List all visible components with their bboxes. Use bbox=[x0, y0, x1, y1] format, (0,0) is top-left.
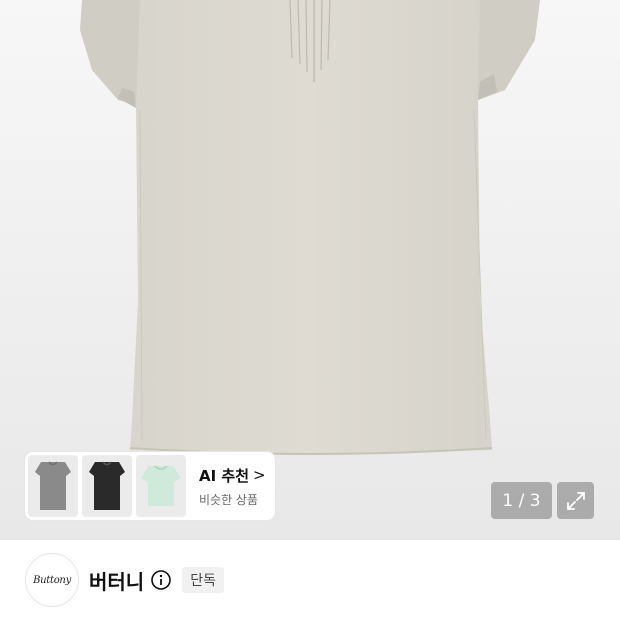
brand-logo-text: Buttony bbox=[33, 574, 71, 586]
exclusive-badge: 단독 bbox=[182, 567, 224, 593]
product-image-gallery[interactable]: AI 추천 > 비슷한 상품 1 / 3 bbox=[0, 0, 620, 540]
chevron-right-icon: > bbox=[253, 466, 266, 484]
image-pager: 1 / 3 bbox=[491, 482, 552, 519]
black-top-icon bbox=[89, 461, 125, 510]
mint-top-thumbnail[interactable] bbox=[136, 455, 186, 517]
ai-recommendation-card[interactable]: AI 추천 > 비슷한 상품 bbox=[25, 452, 275, 520]
mint-top-icon bbox=[141, 465, 181, 506]
brand-name[interactable]: 버터니 bbox=[89, 566, 144, 595]
ai-card-title: AI 추천 bbox=[199, 466, 250, 485]
ai-card-subtitle: 비슷한 상품 bbox=[199, 492, 259, 507]
brand-logo[interactable]: Buttony bbox=[25, 553, 79, 607]
brand-row: Buttony 버터니 단독 bbox=[0, 540, 620, 620]
black-top-thumbnail[interactable] bbox=[82, 455, 132, 517]
info-icon[interactable] bbox=[150, 569, 172, 591]
expand-button[interactable] bbox=[557, 482, 594, 519]
expand-icon bbox=[566, 491, 585, 510]
gray-top-icon bbox=[35, 461, 71, 510]
gray-top-thumbnail[interactable] bbox=[28, 455, 78, 517]
